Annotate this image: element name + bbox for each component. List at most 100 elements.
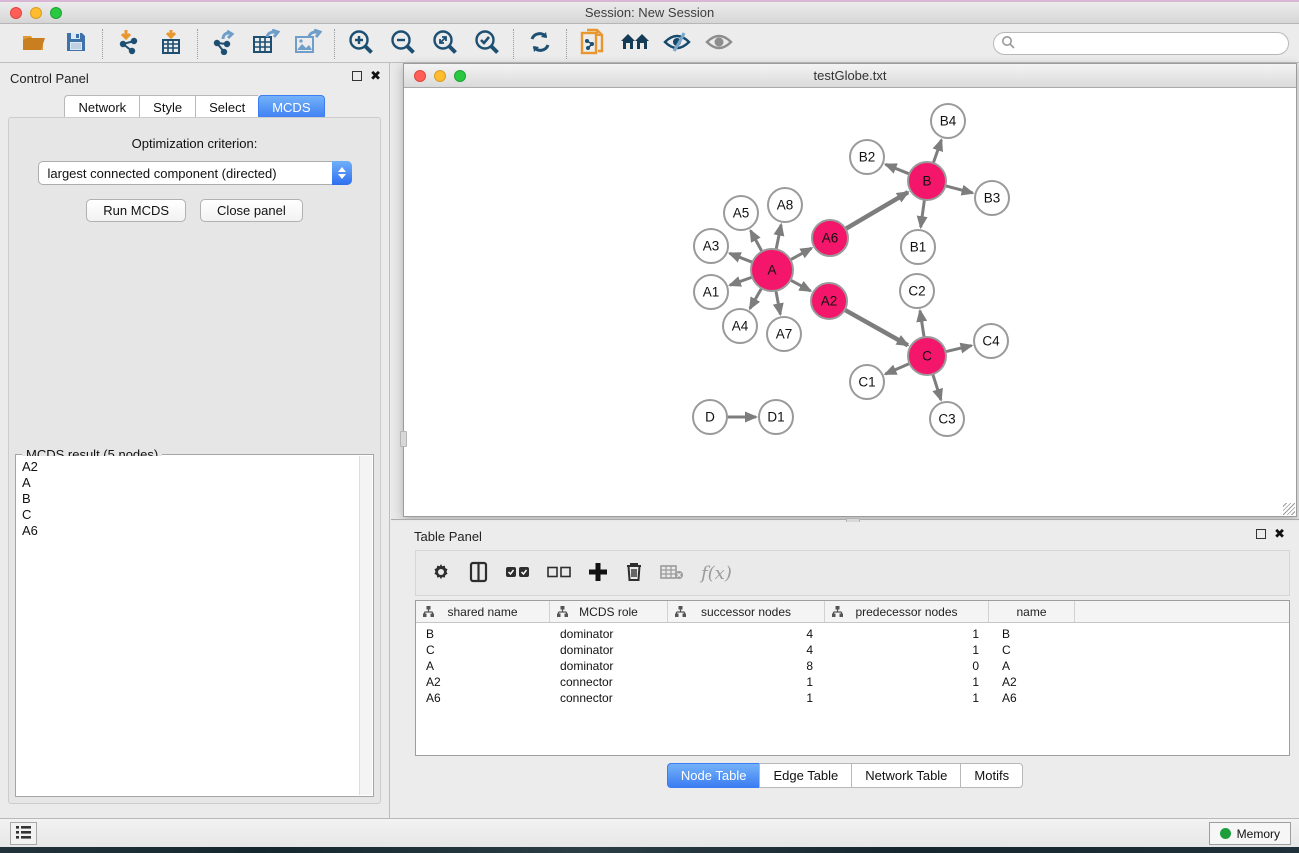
network-graph[interactable]: B4B2BB3A5A8A6A3B1AA1C2A2A4A7C4CC1DD1C3 bbox=[404, 89, 1296, 516]
search-box[interactable] bbox=[993, 32, 1289, 55]
zoom-in-button[interactable] bbox=[345, 29, 377, 59]
column-header-successor-nodes[interactable]: successor nodes bbox=[668, 601, 825, 622]
tab-motifs[interactable]: Motifs bbox=[960, 763, 1023, 788]
graph-edge[interactable] bbox=[933, 140, 941, 163]
add-column-button[interactable] bbox=[588, 558, 608, 588]
export-network-button[interactable] bbox=[208, 29, 240, 59]
eye-icon bbox=[705, 31, 733, 56]
close-panel-button[interactable]: Close panel bbox=[200, 199, 303, 222]
memory-button[interactable]: Memory bbox=[1209, 822, 1291, 845]
result-item[interactable]: C bbox=[17, 507, 359, 523]
save-session-button[interactable] bbox=[60, 29, 92, 59]
import-table-icon bbox=[159, 29, 183, 58]
node-table-body: Bdominator41BCdominator41CAdominator80AA… bbox=[416, 623, 1289, 706]
run-mcds-button[interactable]: Run MCDS bbox=[86, 199, 186, 222]
graph-edge[interactable] bbox=[730, 253, 753, 262]
column-header-shared-name[interactable]: shared name bbox=[416, 601, 550, 622]
graph-node-label: A4 bbox=[732, 319, 749, 334]
export-image-button[interactable] bbox=[292, 29, 324, 59]
unselect-all-columns-button[interactable] bbox=[547, 558, 571, 588]
table-cell: 1 bbox=[825, 643, 989, 657]
task-history-button[interactable] bbox=[10, 822, 37, 845]
open-session-button[interactable] bbox=[18, 29, 50, 59]
tab-node-table[interactable]: Node Table bbox=[667, 763, 760, 788]
graph-edge[interactable] bbox=[920, 311, 924, 337]
desktop-wallpaper bbox=[0, 847, 1299, 853]
show-graphics-details-button[interactable] bbox=[703, 29, 735, 59]
graph-edge[interactable] bbox=[921, 200, 925, 227]
graph-node-label: A8 bbox=[777, 198, 794, 213]
tab-edge-table[interactable]: Edge Table bbox=[759, 763, 851, 788]
export-table-button[interactable] bbox=[250, 29, 282, 59]
table-row[interactable]: Cdominator41C bbox=[416, 642, 1289, 658]
graph-edge[interactable] bbox=[945, 186, 972, 193]
first-neighbors-button[interactable] bbox=[619, 29, 651, 59]
table-cell: dominator bbox=[550, 643, 668, 657]
export-table-icon bbox=[252, 29, 280, 58]
table-row[interactable]: Adominator80A bbox=[416, 658, 1289, 674]
result-item[interactable]: B bbox=[17, 491, 359, 507]
graph-edge[interactable] bbox=[790, 280, 810, 291]
graph-edge[interactable] bbox=[846, 192, 909, 229]
delete-column-button[interactable] bbox=[625, 558, 643, 588]
mcds-result-list[interactable]: A2ABCA6 bbox=[17, 456, 359, 795]
select-all-columns-button[interactable] bbox=[506, 558, 530, 588]
table-cell: 1 bbox=[668, 691, 825, 705]
graph-node-label: A6 bbox=[822, 231, 839, 246]
column-header-mcds-role[interactable]: MCDS role bbox=[550, 601, 668, 622]
zoom-fit-button[interactable] bbox=[429, 29, 461, 59]
table-row[interactable]: Bdominator41B bbox=[416, 626, 1289, 642]
titlebar: Session: New Session bbox=[0, 2, 1299, 24]
search-input[interactable] bbox=[1019, 37, 1288, 51]
result-scrollbar[interactable] bbox=[359, 456, 372, 795]
table-cell: A2 bbox=[416, 675, 550, 689]
result-item[interactable]: A6 bbox=[17, 523, 359, 539]
close-panel-icon[interactable]: ✖ bbox=[1274, 529, 1285, 539]
graph-edge[interactable] bbox=[776, 291, 780, 315]
homes-icon bbox=[620, 31, 650, 56]
table-cell: A bbox=[416, 659, 550, 673]
graph-node-label: A bbox=[767, 263, 776, 278]
import-network-button[interactable] bbox=[113, 29, 145, 59]
window-resize-grip[interactable] bbox=[1283, 503, 1295, 515]
show-columns-button[interactable] bbox=[469, 558, 489, 588]
column-header-predecessor-nodes[interactable]: predecessor nodes bbox=[825, 601, 989, 622]
graph-edge[interactable] bbox=[776, 225, 781, 250]
column-header-name[interactable]: name bbox=[989, 601, 1075, 622]
result-item[interactable]: A2 bbox=[17, 459, 359, 475]
graph-edge[interactable] bbox=[751, 231, 762, 252]
zoom-out-button[interactable] bbox=[387, 29, 419, 59]
graph-edge[interactable] bbox=[730, 277, 752, 285]
criterion-dropdown[interactable]: largest connected component (directed) bbox=[38, 161, 352, 185]
splitter-grip[interactable] bbox=[400, 431, 407, 447]
export-network-icon bbox=[211, 29, 237, 58]
import-table-button[interactable] bbox=[155, 29, 187, 59]
float-panel-icon[interactable] bbox=[352, 71, 362, 81]
graph-edge[interactable] bbox=[750, 288, 762, 308]
apply-layout-button[interactable] bbox=[524, 29, 556, 59]
graph-edge[interactable] bbox=[790, 248, 811, 260]
graph-edge[interactable] bbox=[886, 164, 910, 174]
graph-node-label: C bbox=[922, 349, 932, 364]
zoom-selected-button[interactable] bbox=[471, 29, 503, 59]
network-canvas[interactable]: B4B2BB3A5A8A6A3B1AA1C2A2A4A7C4CC1DD1C3 bbox=[404, 89, 1296, 516]
table-row[interactable]: A2connector11A2 bbox=[416, 674, 1289, 690]
hide-graphics-details-button[interactable] bbox=[661, 29, 693, 59]
result-item[interactable]: A bbox=[17, 475, 359, 491]
close-panel-icon[interactable]: ✖ bbox=[370, 71, 381, 81]
list-icon bbox=[16, 826, 31, 842]
graph-edge[interactable] bbox=[933, 374, 941, 400]
graph-node-label: B2 bbox=[859, 150, 876, 165]
graph-edge[interactable] bbox=[945, 346, 971, 352]
criterion-label: Optimization criterion: bbox=[9, 136, 380, 151]
table-settings-button[interactable] bbox=[430, 558, 452, 588]
table-cell: B bbox=[989, 627, 1075, 641]
tab-network-table[interactable]: Network Table bbox=[851, 763, 960, 788]
table-row[interactable]: A6connector11A6 bbox=[416, 690, 1289, 706]
graph-edge[interactable] bbox=[885, 364, 909, 374]
float-panel-icon[interactable] bbox=[1256, 529, 1266, 539]
clone-network-button[interactable] bbox=[577, 29, 609, 59]
zoom-selected-icon bbox=[474, 29, 500, 58]
network-window-titlebar[interactable]: testGlobe.txt bbox=[404, 64, 1296, 88]
graph-edge[interactable] bbox=[845, 310, 908, 345]
